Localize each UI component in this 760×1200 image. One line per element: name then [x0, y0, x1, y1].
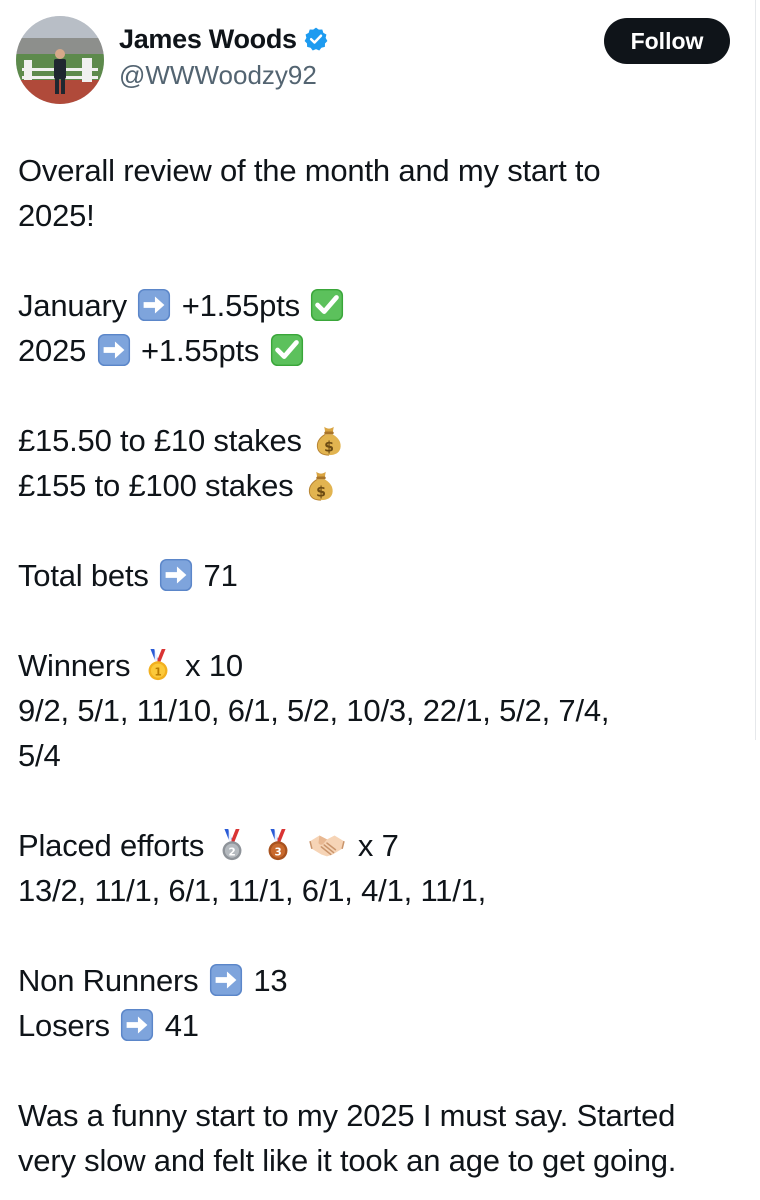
stake-100-text: £155 to £100 stakes	[18, 468, 294, 503]
silver-medal-icon	[215, 828, 249, 862]
money-bag-icon	[304, 468, 338, 502]
placed-count: x 7	[357, 828, 399, 863]
placed-odds: 13/2, 11/1, 6/1, 11/1, 6/1, 4/1, 11/1,	[18, 873, 487, 908]
check-mark-icon	[270, 333, 304, 367]
text-line: Overall review of the month and my start…	[18, 148, 738, 193]
stake-10-text: £15.50 to £10 stakes	[18, 423, 302, 458]
year-label: 2025	[18, 333, 87, 368]
user-handle[interactable]: @WWWoodzy92	[119, 58, 329, 92]
follow-button[interactable]: Follow	[604, 18, 730, 64]
stake-100-line: £155 to £100 stakes	[18, 463, 738, 508]
tweet-text: Overall review of the month and my start…	[18, 148, 738, 1183]
right-arrow-icon	[137, 288, 171, 322]
placed-odds-line: 13/2, 11/1, 6/1, 11/1, 6/1, 4/1, 11/1,	[18, 868, 738, 913]
bronze-medal-icon	[261, 828, 295, 862]
year-value: +1.55pts	[141, 333, 260, 368]
right-arrow-icon	[209, 963, 243, 997]
losers-line: Losers 41	[18, 1003, 738, 1048]
january-line: January +1.55pts	[18, 283, 738, 328]
closing-text: very slow and felt like it took an age t…	[18, 1143, 677, 1178]
display-name[interactable]: James Woods	[119, 22, 297, 56]
stake-10-line: £15.50 to £10 stakes	[18, 418, 738, 463]
placed-label: Placed efforts	[18, 828, 205, 863]
tweet-header: James Woods @WWWoodzy92 Follow	[16, 16, 730, 106]
right-arrow-icon	[159, 558, 193, 592]
text-line: 2025!	[18, 193, 738, 238]
winners-line: Winners x 10	[18, 643, 738, 688]
placed-line: Placed efforts x 7	[18, 823, 738, 868]
total-bets-line: Total bets 71	[18, 553, 738, 598]
losers-value: 41	[164, 1008, 199, 1043]
intro-text: Overall review of the month and my start…	[18, 153, 601, 188]
verified-badge-icon	[303, 26, 329, 52]
year-line: 2025 +1.55pts	[18, 328, 738, 373]
january-label: January	[18, 288, 127, 323]
total-bets-label: Total bets	[18, 558, 149, 593]
closing-line: Was a funny start to my 2025 I must say.…	[18, 1093, 738, 1138]
right-arrow-icon	[120, 1008, 154, 1042]
intro-text: 2025!	[18, 198, 95, 233]
non-runners-line: Non Runners 13	[18, 958, 738, 1003]
gold-medal-icon	[141, 648, 175, 682]
avatar[interactable]	[16, 16, 104, 104]
winners-odds-line: 5/4	[18, 733, 738, 778]
losers-label: Losers	[18, 1008, 110, 1043]
winners-label: Winners	[18, 648, 131, 683]
closing-line: very slow and felt like it took an age t…	[18, 1138, 738, 1183]
user-info: James Woods @WWWoodzy92	[119, 22, 329, 92]
january-value: +1.55pts	[181, 288, 300, 323]
handshake-icon	[307, 828, 347, 862]
winners-count: x 10	[185, 648, 243, 683]
winners-odds: 9/2, 5/1, 11/10, 6/1, 5/2, 10/3, 22/1, 5…	[18, 693, 610, 728]
non-runners-value: 13	[253, 963, 288, 998]
right-arrow-icon	[97, 333, 131, 367]
money-bag-icon	[312, 423, 346, 457]
total-bets-value: 71	[203, 558, 238, 593]
non-runners-label: Non Runners	[18, 963, 199, 998]
closing-text: Was a funny start to my 2025 I must say.…	[18, 1098, 676, 1133]
winners-odds: 5/4	[18, 738, 61, 773]
column-divider	[755, 0, 756, 740]
check-mark-icon	[310, 288, 344, 322]
winners-odds-line: 9/2, 5/1, 11/10, 6/1, 5/2, 10/3, 22/1, 5…	[18, 688, 738, 733]
